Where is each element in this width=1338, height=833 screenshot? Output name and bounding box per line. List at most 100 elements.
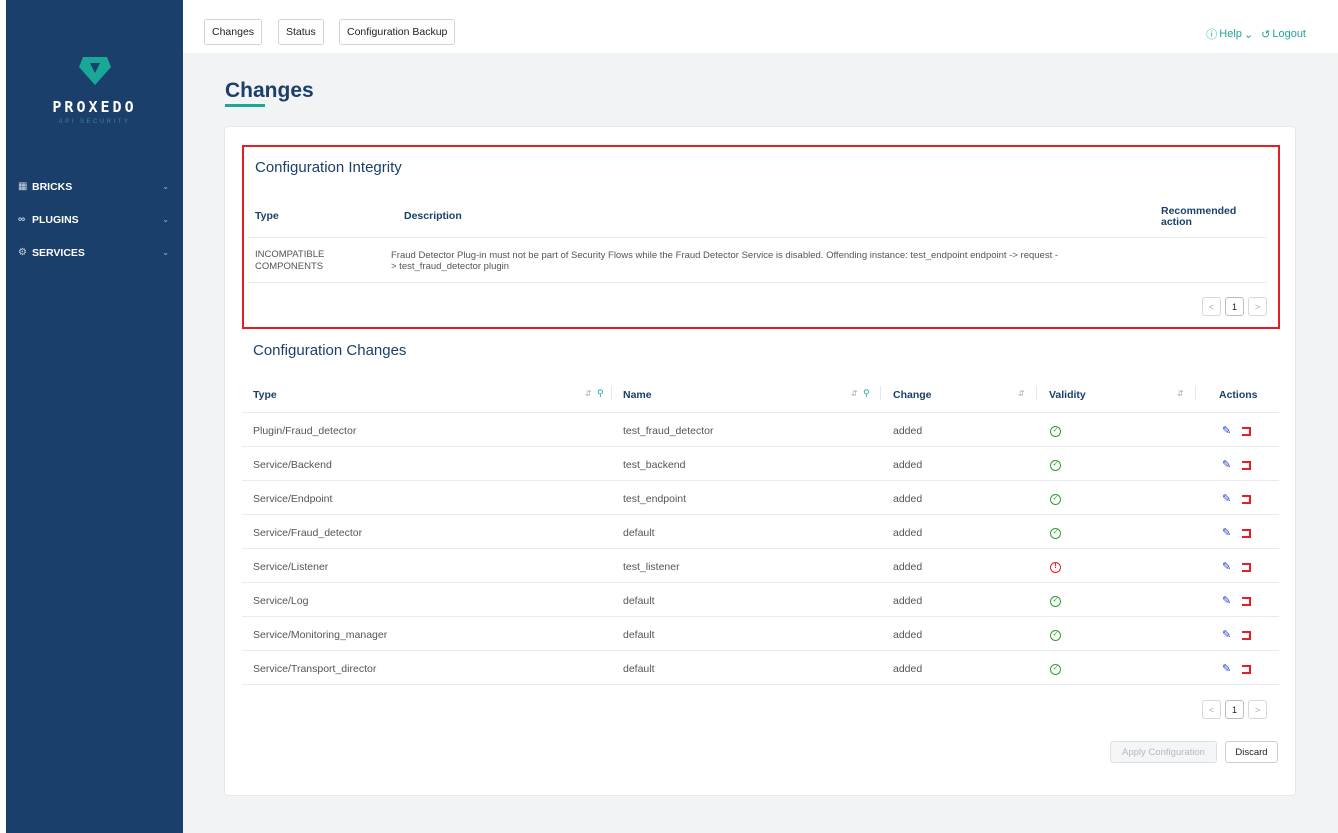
cell-type: Service/Backend [253, 459, 332, 471]
column-separator [1195, 386, 1196, 400]
column-separator [1036, 386, 1037, 400]
next-page-button[interactable]: > [1248, 700, 1267, 719]
tab-status[interactable]: Status [278, 19, 324, 45]
cell-type: Service/Log [253, 595, 309, 607]
cell-name: test_backend [623, 459, 686, 471]
remove-icon[interactable] [1242, 631, 1251, 640]
chevron-down-icon: ⌄ [1243, 28, 1254, 41]
integrity-col-type: Type [255, 210, 279, 222]
cell-type: Service/Listener [253, 561, 329, 573]
valid-check-icon: ✓ [1050, 664, 1061, 675]
edit-icon[interactable]: ✎ [1222, 628, 1231, 641]
changes-title: Configuration Changes [253, 342, 407, 359]
cell-name: test_fraud_detector [623, 425, 714, 437]
edit-icon[interactable]: ✎ [1222, 492, 1231, 505]
search-icon[interactable]: ⚲ [597, 388, 604, 399]
valid-check-icon: ✓ [1050, 596, 1061, 607]
help-menu[interactable]: ⓘ Help ⌄ [1206, 26, 1253, 42]
valid-check-icon: ✓ [1050, 426, 1061, 437]
divider [242, 480, 1279, 481]
cell-name: default [623, 629, 655, 641]
discard-button[interactable]: Discard [1225, 741, 1278, 763]
brand-tagline: API SECURITY [58, 119, 131, 125]
cell-type: Service/Endpoint [253, 493, 333, 505]
cell-name: default [623, 663, 655, 675]
sort-icon[interactable]: ⇵ [1018, 389, 1025, 398]
sidebar-item-services[interactable]: ⚙ SERVICES ⌄ [6, 236, 183, 269]
integrity-row-description: Fraud Detector Plug-in must not be part … [391, 250, 1151, 272]
plug-icon: ∞ [18, 214, 26, 225]
cell-type: Plugin/Fraud_detector [253, 425, 357, 437]
help-icon: ⓘ [1206, 29, 1218, 41]
prev-page-button[interactable]: < [1202, 297, 1221, 316]
cell-name: default [623, 527, 655, 539]
logout-label: Logout [1272, 28, 1306, 40]
remove-icon[interactable] [1242, 665, 1251, 674]
cell-change: added [893, 561, 923, 573]
edit-icon[interactable]: ✎ [1222, 424, 1231, 437]
sort-icon[interactable]: ⇵ [851, 389, 858, 398]
changes-col-change: Change [893, 389, 932, 401]
chevron-down-icon: ⌄ [162, 182, 169, 191]
sidebar-item-plugins[interactable]: ∞ PLUGINS ⌄ [6, 203, 183, 236]
proxedo-logo-icon [78, 57, 111, 85]
cell-type: Service/Monitoring_manager [253, 629, 388, 641]
page-number-button[interactable]: 1 [1225, 700, 1244, 719]
sidebar-item-bricks[interactable]: ▦ BRICKS ⌄ [6, 170, 183, 203]
valid-check-icon: ✓ [1050, 528, 1061, 539]
remove-icon[interactable] [1242, 529, 1251, 538]
changes-card: Configuration Integrity Type Description… [224, 126, 1296, 796]
description-line: Fraud Detector Plug-in must not be part … [391, 250, 1059, 261]
divider [242, 446, 1279, 447]
sidebar-item-label: PLUGINS [32, 213, 79, 226]
integrity-col-recommended-action: Recommended action [1161, 205, 1237, 228]
edit-icon[interactable]: ✎ [1222, 560, 1231, 573]
remove-icon[interactable] [1242, 461, 1251, 470]
cell-change: added [893, 629, 923, 641]
divider [242, 616, 1279, 617]
logout-link[interactable]: ↺ Logout [1261, 28, 1306, 41]
cell-type: Service/Transport_director [253, 663, 377, 675]
title-underline [225, 104, 265, 107]
tab-configuration-backup[interactable]: Configuration Backup [339, 19, 456, 45]
divider [242, 548, 1279, 549]
cell-name: test_endpoint [623, 493, 687, 505]
sidebar-item-label: SERVICES [32, 246, 85, 259]
integrity-col-description: Description [404, 210, 462, 222]
brand-logo[interactable]: PROXEDO API SECURITY [6, 54, 183, 125]
next-page-button[interactable]: > [1248, 297, 1267, 316]
cell-change: added [893, 595, 923, 607]
gear-icon: ⚙ [18, 247, 27, 258]
remove-icon[interactable] [1242, 427, 1251, 436]
divider [242, 650, 1279, 651]
divider [247, 237, 1267, 238]
remove-icon[interactable] [1242, 597, 1251, 606]
sort-icon[interactable]: ⇵ [585, 389, 592, 398]
integrity-title: Configuration Integrity [255, 159, 402, 176]
changes-col-name: Name [623, 389, 652, 401]
remove-icon[interactable] [1242, 563, 1251, 572]
valid-check-icon: ✓ [1050, 630, 1061, 641]
column-separator [611, 386, 612, 400]
sidebar-nav: ▦ BRICKS ⌄ ∞ PLUGINS ⌄ ⚙ SERVICES ⌄ [6, 170, 183, 269]
prev-page-button[interactable]: < [1202, 700, 1221, 719]
column-separator [880, 386, 881, 400]
edit-icon[interactable]: ✎ [1222, 594, 1231, 607]
page-number-button[interactable]: 1 [1225, 297, 1244, 316]
cell-change: added [893, 493, 923, 505]
help-label: Help [1219, 28, 1242, 40]
chevron-down-icon: ⌄ [162, 215, 169, 224]
edit-icon[interactable]: ✎ [1222, 526, 1231, 539]
logout-icon: ↺ [1261, 28, 1271, 41]
tab-changes[interactable]: Changes [204, 19, 263, 45]
changes-col-type: Type [253, 389, 277, 401]
divider [242, 684, 1279, 685]
edit-icon[interactable]: ✎ [1222, 458, 1231, 471]
apply-configuration-button[interactable]: Apply Configuration [1110, 741, 1217, 763]
edit-icon[interactable]: ✎ [1222, 662, 1231, 675]
remove-icon[interactable] [1242, 495, 1251, 504]
divider [247, 282, 1267, 283]
cell-change: added [893, 459, 923, 471]
search-icon[interactable]: ⚲ [863, 388, 870, 399]
sort-icon[interactable]: ⇵ [1177, 389, 1184, 398]
